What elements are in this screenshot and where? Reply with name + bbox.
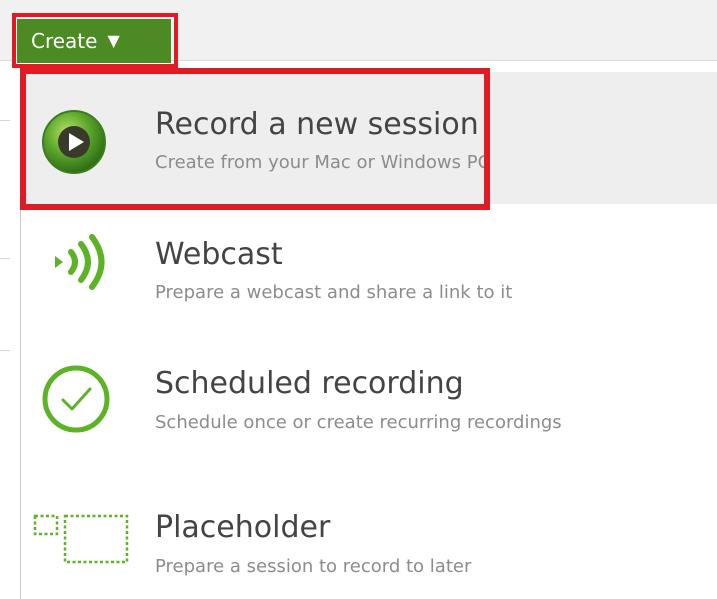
menu-item-title: Scheduled recording [155, 366, 464, 401]
menu-item-description: Prepare a webcast and share a link to it [155, 282, 513, 303]
menu-item-title: Placeholder [155, 510, 331, 545]
dropdown-caret-icon: ▼ [107, 31, 120, 50]
menu-item-title: Webcast [155, 237, 283, 272]
create-dropdown-button[interactable]: Create ▼ [17, 19, 171, 63]
gutter-divider [0, 258, 10, 259]
menu-item-description: Schedule once or create recurring record… [155, 412, 562, 433]
placeholder-frames-icon [33, 508, 133, 572]
check-circle-icon [41, 364, 111, 438]
gutter-divider [0, 350, 10, 351]
create-button-label: Create [31, 29, 98, 53]
selected-item-highlight [20, 68, 490, 210]
menu-item-placeholder[interactable]: Placeholder Prepare a session to record … [21, 482, 717, 592]
gutter-divider [0, 120, 10, 121]
menu-item-webcast[interactable]: Webcast Prepare a webcast and share a li… [21, 214, 717, 314]
menu-item-description: Prepare a session to record to later [155, 556, 472, 577]
broadcast-icon [51, 232, 111, 296]
menu-item-scheduled-recording[interactable]: Scheduled recording Schedule once or cre… [21, 342, 717, 452]
